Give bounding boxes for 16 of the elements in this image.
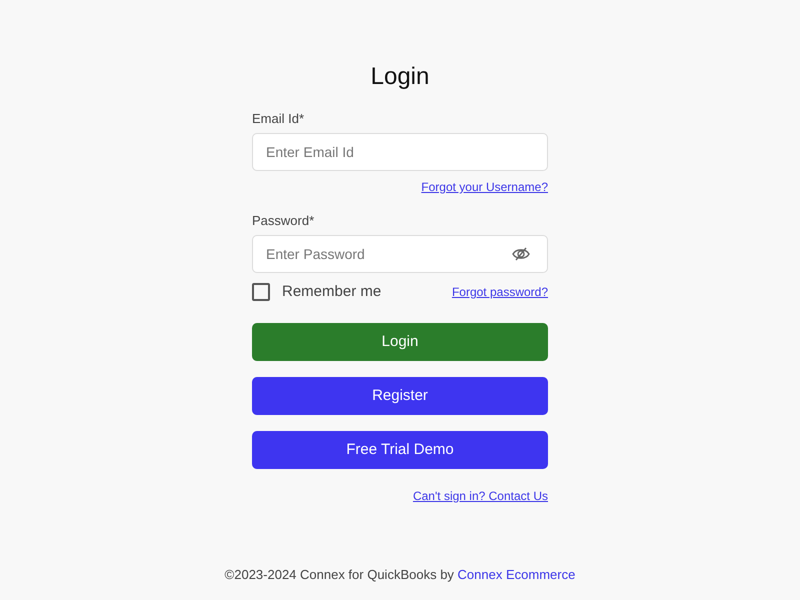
forgot-username-link[interactable]: Forgot your Username?: [421, 179, 548, 195]
company-link[interactable]: Connex Ecommerce: [458, 567, 576, 582]
email-input[interactable]: Enter Email Id: [252, 133, 548, 171]
action-button[interactable]: Free Trial Demo: [252, 431, 548, 469]
password-label: Password*: [252, 212, 314, 230]
remember-me-label: Remember me: [282, 283, 382, 301]
copyright-footer: ©2023-2024 Connex for QuickBooks by Connex Ecommerce: [224, 566, 576, 584]
contact-us-link[interactable]: Can't sign in? Contact Us: [412, 488, 548, 504]
forgot-password-link[interactable]: Forgot password?: [452, 284, 548, 300]
login-title: Login: [370, 62, 430, 92]
eye-slash-icon[interactable]: [512, 247, 530, 261]
email-label: Email Id*: [252, 110, 304, 128]
action-button[interactable]: Register: [252, 377, 548, 415]
login-button[interactable]: Login: [252, 323, 548, 361]
password-input[interactable]: Enter Password: [252, 235, 548, 273]
remember-me-checkbox[interactable]: [252, 283, 270, 301]
